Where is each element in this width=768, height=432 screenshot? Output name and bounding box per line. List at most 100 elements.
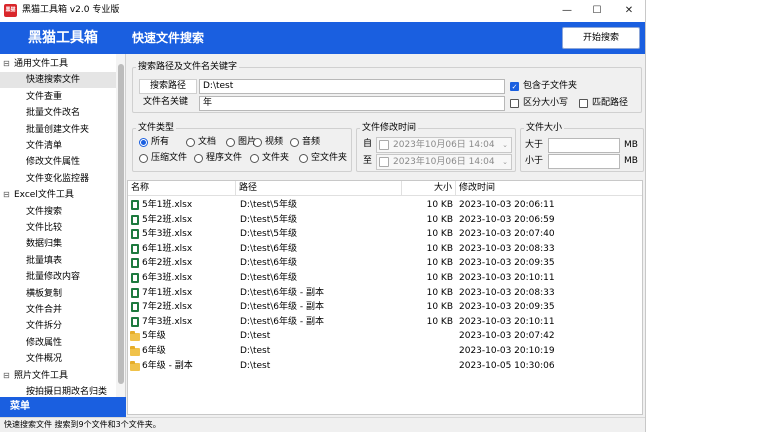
column-header-size[interactable]: 大小 <box>402 181 456 196</box>
search-path-input[interactable]: D:\test <box>199 79 505 94</box>
result-mtime-cell[interactable]: 2023-10-03 20:09:35 <box>459 300 639 315</box>
result-path-cell[interactable]: D:\test\6年级 <box>240 271 400 286</box>
sidebar-item[interactable]: 文件清单 <box>0 138 116 154</box>
result-name-cell[interactable]: 6年1班.xlsx <box>142 242 236 257</box>
result-name-cell[interactable]: 6年3班.xlsx <box>142 271 236 286</box>
result-path-cell[interactable]: D:\test\6年级 - 副本 <box>240 300 400 315</box>
sidebar-scrollbar[interactable] <box>116 54 125 397</box>
results-list[interactable]: 名称 路径 大小 修改时间 5年1班.xlsx D:\test\5年级 10 KB 2… <box>127 180 643 415</box>
minimize-button[interactable]: — <box>552 0 582 22</box>
result-size-cell[interactable] <box>402 329 453 344</box>
size-greater-input[interactable] <box>548 138 620 153</box>
include-subfolders-checkbox[interactable]: ✓ <box>510 82 519 91</box>
result-path-cell[interactable]: D:\test\6年级 <box>240 242 400 257</box>
result-path-cell[interactable]: D:\test\6年级 - 副本 <box>240 286 400 301</box>
file-type-radio[interactable] <box>139 138 148 147</box>
result-size-cell[interactable]: 10 KB <box>402 213 453 228</box>
sidebar-item[interactable]: 文件变化监控器 <box>0 171 116 187</box>
result-mtime-cell[interactable]: 2023-10-03 20:08:33 <box>459 242 639 257</box>
sidebar-item[interactable]: 修改文件属性 <box>0 154 116 170</box>
sidebar-item[interactable]: 横板复制 <box>0 286 116 302</box>
chevron-down-icon[interactable]: ⌄ <box>502 155 508 169</box>
sidebar-item[interactable]: 快速搜索文件 <box>0 72 116 89</box>
result-mtime-cell[interactable]: 2023-10-03 20:06:59 <box>459 213 639 228</box>
file-type-radio[interactable] <box>226 138 235 147</box>
result-mtime-cell[interactable]: 2023-10-05 10:30:06 <box>459 359 639 374</box>
result-name-cell[interactable]: 5年3班.xlsx <box>142 227 236 242</box>
result-size-cell[interactable] <box>402 344 453 359</box>
chevron-down-icon[interactable]: ⌄ <box>502 138 508 152</box>
sidebar-item[interactable]: 批量填表 <box>0 253 116 269</box>
file-type-radio[interactable] <box>290 138 299 147</box>
result-path-cell[interactable]: D:\test\6年级 - 副本 <box>240 315 400 330</box>
sidebar-group[interactable]: ⊟ Excel文件工具 <box>0 187 116 203</box>
result-path-cell[interactable]: D:\test\5年级 <box>240 198 400 213</box>
result-mtime-cell[interactable]: 2023-10-03 20:06:11 <box>459 198 639 213</box>
result-path-cell[interactable]: D:\test <box>240 359 400 374</box>
result-name-cell[interactable]: 7年1班.xlsx <box>142 286 236 301</box>
sidebar-item[interactable]: 文件搜索 <box>0 204 116 220</box>
result-mtime-cell[interactable]: 2023-10-03 20:07:40 <box>459 227 639 242</box>
sidebar-group[interactable]: ⊟ 通用文件工具 <box>0 56 116 72</box>
result-size-cell[interactable] <box>402 359 453 374</box>
collapse-toggle-icon[interactable]: ⊟ <box>3 56 10 72</box>
file-type-radio[interactable] <box>253 138 262 147</box>
collapse-toggle-icon[interactable]: ⊟ <box>3 187 10 203</box>
sidebar-scroll-thumb[interactable] <box>118 64 124 384</box>
result-name-cell[interactable]: 5年2班.xlsx <box>142 213 236 228</box>
result-size-cell[interactable]: 10 KB <box>402 271 453 286</box>
result-name-cell[interactable]: 6年级 - 副本 <box>142 359 236 374</box>
result-mtime-cell[interactable]: 2023-10-03 20:09:35 <box>459 256 639 271</box>
file-type-radio[interactable] <box>250 154 259 163</box>
result-mtime-cell[interactable]: 2023-10-03 20:10:11 <box>459 271 639 286</box>
result-path-cell[interactable]: D:\test\6年级 <box>240 256 400 271</box>
result-size-cell[interactable]: 10 KB <box>402 300 453 315</box>
result-name-cell[interactable]: 6年2班.xlsx <box>142 256 236 271</box>
result-size-cell[interactable]: 10 KB <box>402 242 453 257</box>
result-name-cell[interactable]: 6年级 <box>142 344 236 359</box>
sidebar-item[interactable]: 修改属性 <box>0 335 116 351</box>
menu-button[interactable]: 菜单 <box>0 397 126 417</box>
result-size-cell[interactable]: 10 KB <box>402 198 453 213</box>
keyword-input[interactable]: 年 <box>199 96 505 111</box>
file-type-radio[interactable] <box>139 154 148 163</box>
column-header-path[interactable]: 路径 <box>236 181 402 196</box>
result-name-cell[interactable]: 7年2班.xlsx <box>142 300 236 315</box>
sidebar-item[interactable]: 数据归集 <box>0 236 116 252</box>
sidebar-item[interactable]: 文件概况 <box>0 351 116 367</box>
result-size-cell[interactable]: 10 KB <box>402 227 453 242</box>
match-path-checkbox[interactable] <box>579 99 588 108</box>
date-to-picker[interactable]: 2023年10月06日 14:04 ⌄ <box>376 154 512 170</box>
file-type-radio[interactable] <box>299 154 308 163</box>
result-mtime-cell[interactable]: 2023-10-03 20:08:33 <box>459 286 639 301</box>
start-search-button[interactable]: 开始搜索 <box>562 27 640 49</box>
result-path-cell[interactable]: D:\test\5年级 <box>240 227 400 242</box>
sidebar-item[interactable]: 文件查重 <box>0 89 116 105</box>
result-mtime-cell[interactable]: 2023-10-03 20:10:11 <box>459 315 639 330</box>
file-type-radio[interactable] <box>194 154 203 163</box>
result-mtime-cell[interactable]: 2023-10-03 20:10:19 <box>459 344 639 359</box>
result-mtime-cell[interactable]: 2023-10-03 20:07:42 <box>459 329 639 344</box>
column-header-name[interactable]: 名称 <box>128 181 236 196</box>
sidebar-item[interactable]: 按拍摄日期改名归类 <box>0 384 116 397</box>
date-from-checkbox[interactable] <box>379 140 389 150</box>
date-to-checkbox[interactable] <box>379 157 389 167</box>
result-size-cell[interactable]: 10 KB <box>402 315 453 330</box>
column-header-mtime[interactable]: 修改时间 <box>456 181 642 196</box>
maximize-button[interactable]: ☐ <box>582 0 612 22</box>
close-button[interactable]: ✕ <box>614 0 644 22</box>
sidebar-item[interactable]: 文件拆分 <box>0 318 116 334</box>
file-type-radio[interactable] <box>186 138 195 147</box>
result-path-cell[interactable]: D:\test\5年级 <box>240 213 400 228</box>
result-path-cell[interactable]: D:\test <box>240 329 400 344</box>
result-size-cell[interactable]: 10 KB <box>402 286 453 301</box>
case-sensitive-checkbox[interactable] <box>510 99 519 108</box>
collapse-toggle-icon[interactable]: ⊟ <box>3 368 10 384</box>
result-name-cell[interactable]: 7年3班.xlsx <box>142 315 236 330</box>
sidebar-item[interactable]: 批量修改内容 <box>0 269 116 285</box>
sidebar-item[interactable]: 批量文件改名 <box>0 105 116 121</box>
date-from-picker[interactable]: 2023年10月06日 14:04 ⌄ <box>376 137 512 153</box>
sidebar-item[interactable]: 文件合并 <box>0 302 116 318</box>
sidebar-item[interactable]: 文件比较 <box>0 220 116 236</box>
sidebar-item[interactable]: 批量创建文件夹 <box>0 122 116 138</box>
